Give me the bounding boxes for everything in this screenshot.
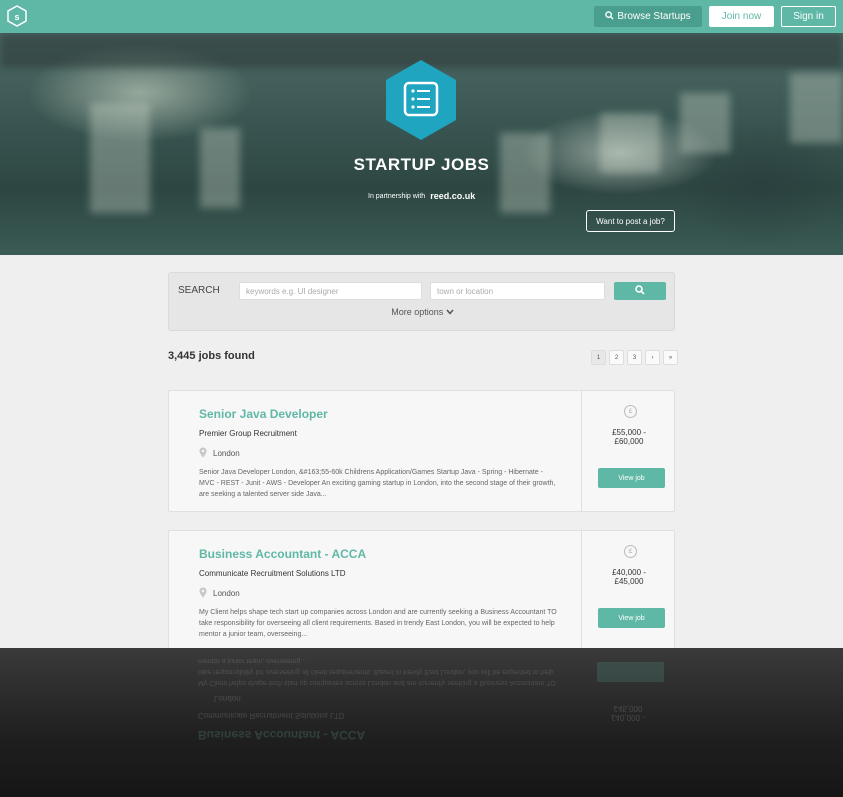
logo-icon[interactable]: s — [7, 5, 27, 27]
results-count: 3,445 jobs found — [168, 350, 255, 362]
job-salary: £40,000 - £45,000 — [582, 568, 676, 586]
browse-startups-button[interactable]: Browse Startups — [594, 6, 702, 27]
job-location: London — [199, 447, 240, 460]
search-icon — [635, 282, 645, 300]
search-label: SEARCH — [178, 285, 220, 296]
job-title[interactable]: Business Accountant - ACCA — [199, 547, 366, 561]
view-job-button[interactable]: View job — [598, 468, 665, 488]
reflected-salary-high: £45,000 — [613, 704, 643, 713]
more-options-label: More options — [391, 307, 444, 317]
keywords-input[interactable] — [239, 282, 422, 300]
salary-low: £40,000 - — [612, 568, 646, 577]
reed-logo[interactable]: reed.co.uk — [430, 191, 475, 201]
job-location: London — [199, 587, 240, 600]
reflected-salary-low: £40,000 - — [611, 713, 645, 722]
page-2-link[interactable]: 2 — [609, 350, 624, 365]
job-title[interactable]: Senior Java Developer — [199, 407, 328, 421]
chevron-down-icon — [446, 307, 454, 317]
card-divider — [581, 391, 582, 511]
reflected-description: My Client helps shape tech start up comp… — [198, 657, 556, 686]
post-job-button[interactable]: Want to post a job? — [586, 210, 675, 232]
search-icon — [605, 10, 614, 23]
map-pin-icon — [199, 447, 207, 460]
browse-startups-label: Browse Startups — [617, 11, 691, 22]
partner-note: In partnership with reed.co.uk — [368, 191, 475, 201]
reflected-view-button — [597, 662, 664, 682]
location-input[interactable] — [430, 282, 605, 300]
job-card: Business Accountant - ACCA Communicate R… — [168, 530, 675, 652]
hero-banner: STARTUP JOBS In partnership with reed.co… — [0, 33, 843, 255]
page-1-link[interactable]: 1 — [591, 350, 606, 365]
salary-low: £55,000 - — [612, 428, 646, 437]
page-title: STARTUP JOBS — [353, 155, 490, 174]
reflected-company: Communicate Recruitment Solutions LTD — [198, 711, 345, 720]
job-location-text: London — [213, 589, 240, 598]
search-panel: SEARCH More options — [168, 272, 675, 331]
join-now-button[interactable]: Join now — [709, 6, 774, 27]
reflected-location: London — [214, 694, 241, 703]
reflected-salary: £40,000 - £45,000 — [581, 704, 675, 722]
job-description: Senior Java Developer London, &#163;55-6… — [199, 469, 556, 498]
more-options-toggle[interactable]: More options — [169, 307, 676, 317]
next-page-link[interactable]: › — [645, 350, 660, 365]
reflected-title: Business Accountant - ACCA — [198, 728, 366, 742]
sign-in-button[interactable]: Sign in — [781, 6, 836, 27]
job-description: My Client helps shape tech start up comp… — [199, 609, 557, 638]
salary-high: £45,000 — [614, 577, 644, 586]
last-page-link[interactable]: » — [663, 350, 678, 365]
pagination: 1 2 3 › » — [591, 350, 678, 365]
map-pin-icon — [199, 587, 207, 600]
page-3-link[interactable]: 3 — [627, 350, 642, 365]
logo-text: s — [14, 12, 19, 22]
reflected-job-card: Business Accountant - ACCA Communicate R… — [168, 648, 675, 750]
partner-text: In partnership with — [368, 192, 426, 200]
job-salary: £55,000 - £60,000 — [582, 428, 676, 446]
top-navbar: s Browse Startups Join now Sign in — [0, 0, 843, 33]
search-button[interactable] — [614, 282, 666, 300]
job-list-hex-icon — [385, 59, 457, 141]
pound-icon: £ — [624, 545, 637, 558]
view-job-button[interactable]: View job — [598, 608, 665, 628]
pound-icon: £ — [624, 405, 637, 418]
job-card: Senior Java Developer Premier Group Recr… — [168, 390, 675, 512]
job-company: Premier Group Recruitment — [199, 429, 297, 438]
salary-high: £60,000 — [614, 437, 644, 446]
job-company: Communicate Recruitment Solutions LTD — [199, 569, 346, 578]
card-divider — [581, 531, 582, 651]
reflection-overlay: Business Accountant - ACCA Communicate R… — [0, 648, 843, 797]
job-location-text: London — [213, 449, 240, 458]
